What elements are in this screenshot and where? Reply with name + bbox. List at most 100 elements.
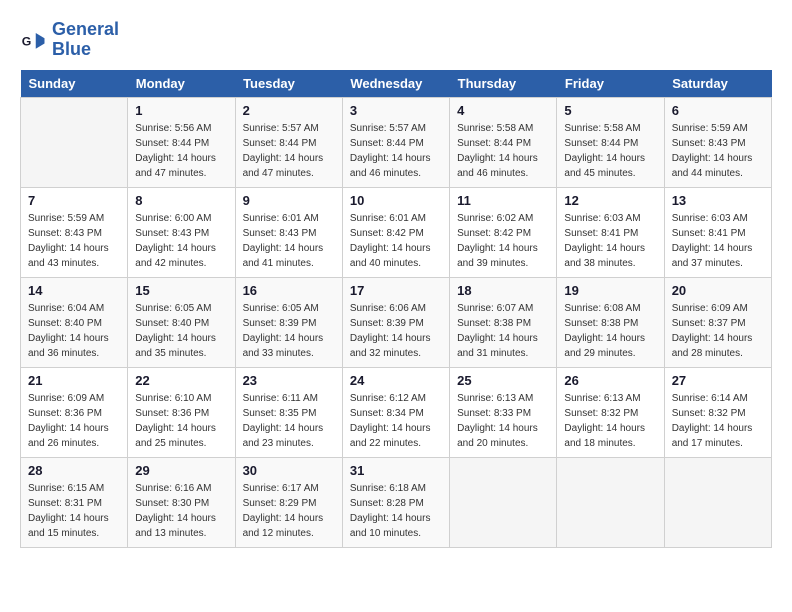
day-info: Sunrise: 6:09 AMSunset: 8:36 PMDaylight:… xyxy=(28,391,120,451)
day-info: Sunrise: 6:05 AMSunset: 8:39 PMDaylight:… xyxy=(243,301,335,361)
calendar-cell: 27Sunrise: 6:14 AMSunset: 8:32 PMDayligh… xyxy=(664,367,771,457)
day-info: Sunrise: 6:12 AMSunset: 8:34 PMDaylight:… xyxy=(350,391,442,451)
day-info: Sunrise: 5:57 AMSunset: 8:44 PMDaylight:… xyxy=(243,121,335,181)
day-number: 16 xyxy=(243,283,335,298)
calendar-body: 1 Sunrise: 5:56 AMSunset: 8:44 PMDaylight… xyxy=(21,97,772,547)
svg-text:G: G xyxy=(22,34,32,48)
calendar-cell: 10 Sunrise: 6:01 AMSunset: 8:42 PMDayligh… xyxy=(342,187,449,277)
calendar-cell: 19Sunrise: 6:08 AMSunset: 8:38 PMDayligh… xyxy=(557,277,664,367)
day-number: 9 xyxy=(243,193,335,208)
col-header-friday: Friday xyxy=(557,70,664,98)
calendar-cell: 11Sunrise: 6:02 AMSunset: 8:42 PMDayligh… xyxy=(450,187,557,277)
day-info: Sunrise: 5:59 AMSunset: 8:43 PMDaylight:… xyxy=(672,121,764,181)
day-number: 21 xyxy=(28,373,120,388)
day-number: 28 xyxy=(28,463,120,478)
calendar-cell: 13Sunrise: 6:03 AMSunset: 8:41 PMDayligh… xyxy=(664,187,771,277)
calendar-cell: 21 Sunrise: 6:09 AMSunset: 8:36 PMDayligh… xyxy=(21,367,128,457)
day-number: 30 xyxy=(243,463,335,478)
day-info: Sunrise: 6:05 AMSunset: 8:40 PMDaylight:… xyxy=(135,301,227,361)
day-number: 29 xyxy=(135,463,227,478)
day-number: 4 xyxy=(457,103,549,118)
day-number: 2 xyxy=(243,103,335,118)
day-info: Sunrise: 6:16 AMSunset: 8:30 PMDaylight:… xyxy=(135,481,227,541)
day-number: 26 xyxy=(564,373,656,388)
day-info: Sunrise: 6:01 AMSunset: 8:43 PMDaylight:… xyxy=(243,211,335,271)
day-number: 14 xyxy=(28,283,120,298)
calendar-cell: 3 Sunrise: 5:57 AMSunset: 8:44 PMDaylight… xyxy=(342,97,449,187)
calendar-cell: 26 Sunrise: 6:13 AMSunset: 8:32 PMDayligh… xyxy=(557,367,664,457)
logo-text: GeneralBlue xyxy=(52,20,119,60)
day-info: Sunrise: 6:18 AMSunset: 8:28 PMDaylight:… xyxy=(350,481,442,541)
calendar-cell: 4 Sunrise: 5:58 AMSunset: 8:44 PMDaylight… xyxy=(450,97,557,187)
day-info: Sunrise: 6:01 AMSunset: 8:42 PMDaylight:… xyxy=(350,211,442,271)
day-number: 13 xyxy=(672,193,764,208)
logo: G GeneralBlue xyxy=(20,20,119,60)
col-header-thursday: Thursday xyxy=(450,70,557,98)
calendar-cell: 30 Sunrise: 6:17 AMSunset: 8:29 PMDayligh… xyxy=(235,457,342,547)
day-number: 23 xyxy=(243,373,335,388)
day-number: 17 xyxy=(350,283,442,298)
day-number: 8 xyxy=(135,193,227,208)
calendar-cell: 20Sunrise: 6:09 AMSunset: 8:37 PMDayligh… xyxy=(664,277,771,367)
day-number: 22 xyxy=(135,373,227,388)
logo-icon: G xyxy=(20,26,48,54)
day-info: Sunrise: 5:58 AMSunset: 8:44 PMDaylight:… xyxy=(457,121,549,181)
calendar-cell: 17Sunrise: 6:06 AMSunset: 8:39 PMDayligh… xyxy=(342,277,449,367)
calendar-cell xyxy=(664,457,771,547)
calendar-cell: 31 Sunrise: 6:18 AMSunset: 8:28 PMDayligh… xyxy=(342,457,449,547)
day-number: 31 xyxy=(350,463,442,478)
calendar-cell: 8 Sunrise: 6:00 AMSunset: 8:43 PMDaylight… xyxy=(128,187,235,277)
day-number: 18 xyxy=(457,283,549,298)
day-info: Sunrise: 6:07 AMSunset: 8:38 PMDaylight:… xyxy=(457,301,549,361)
calendar-cell: 28 Sunrise: 6:15 AMSunset: 8:31 PMDayligh… xyxy=(21,457,128,547)
day-number: 12 xyxy=(564,193,656,208)
day-number: 10 xyxy=(350,193,442,208)
calendar-cell: 25Sunrise: 6:13 AMSunset: 8:33 PMDayligh… xyxy=(450,367,557,457)
day-number: 20 xyxy=(672,283,764,298)
week-row-4: 21 Sunrise: 6:09 AMSunset: 8:36 PMDayligh… xyxy=(21,367,772,457)
day-number: 5 xyxy=(564,103,656,118)
day-number: 11 xyxy=(457,193,549,208)
page-header: G GeneralBlue xyxy=(20,20,772,60)
week-row-2: 7 Sunrise: 5:59 AMSunset: 8:43 PMDaylight… xyxy=(21,187,772,277)
calendar-cell: 2 Sunrise: 5:57 AMSunset: 8:44 PMDaylight… xyxy=(235,97,342,187)
day-info: Sunrise: 6:13 AMSunset: 8:33 PMDaylight:… xyxy=(457,391,549,451)
day-info: Sunrise: 6:08 AMSunset: 8:38 PMDaylight:… xyxy=(564,301,656,361)
day-info: Sunrise: 6:04 AMSunset: 8:40 PMDaylight:… xyxy=(28,301,120,361)
calendar-cell: 1 Sunrise: 5:56 AMSunset: 8:44 PMDaylight… xyxy=(128,97,235,187)
calendar-cell xyxy=(21,97,128,187)
day-number: 3 xyxy=(350,103,442,118)
calendar-cell: 24Sunrise: 6:12 AMSunset: 8:34 PMDayligh… xyxy=(342,367,449,457)
day-number: 6 xyxy=(672,103,764,118)
day-info: Sunrise: 6:00 AMSunset: 8:43 PMDaylight:… xyxy=(135,211,227,271)
col-header-saturday: Saturday xyxy=(664,70,771,98)
calendar-cell: 14 Sunrise: 6:04 AMSunset: 8:40 PMDayligh… xyxy=(21,277,128,367)
calendar-cell: 16 Sunrise: 6:05 AMSunset: 8:39 PMDayligh… xyxy=(235,277,342,367)
day-info: Sunrise: 6:14 AMSunset: 8:32 PMDaylight:… xyxy=(672,391,764,451)
day-info: Sunrise: 5:57 AMSunset: 8:44 PMDaylight:… xyxy=(350,121,442,181)
day-info: Sunrise: 6:03 AMSunset: 8:41 PMDaylight:… xyxy=(564,211,656,271)
col-header-tuesday: Tuesday xyxy=(235,70,342,98)
week-row-1: 1 Sunrise: 5:56 AMSunset: 8:44 PMDaylight… xyxy=(21,97,772,187)
col-header-wednesday: Wednesday xyxy=(342,70,449,98)
week-row-5: 28 Sunrise: 6:15 AMSunset: 8:31 PMDayligh… xyxy=(21,457,772,547)
calendar-cell: 23Sunrise: 6:11 AMSunset: 8:35 PMDayligh… xyxy=(235,367,342,457)
day-info: Sunrise: 5:56 AMSunset: 8:44 PMDaylight:… xyxy=(135,121,227,181)
col-header-sunday: Sunday xyxy=(21,70,128,98)
calendar-cell: 15Sunrise: 6:05 AMSunset: 8:40 PMDayligh… xyxy=(128,277,235,367)
col-header-monday: Monday xyxy=(128,70,235,98)
calendar-table: SundayMondayTuesdayWednesdayThursdayFrid… xyxy=(20,70,772,548)
day-number: 1 xyxy=(135,103,227,118)
week-row-3: 14 Sunrise: 6:04 AMSunset: 8:40 PMDayligh… xyxy=(21,277,772,367)
calendar-cell: 18 Sunrise: 6:07 AMSunset: 8:38 PMDayligh… xyxy=(450,277,557,367)
calendar-cell: 12 Sunrise: 6:03 AMSunset: 8:41 PMDayligh… xyxy=(557,187,664,277)
day-number: 7 xyxy=(28,193,120,208)
day-info: Sunrise: 6:17 AMSunset: 8:29 PMDaylight:… xyxy=(243,481,335,541)
calendar-cell xyxy=(557,457,664,547)
day-info: Sunrise: 5:59 AMSunset: 8:43 PMDaylight:… xyxy=(28,211,120,271)
day-info: Sunrise: 5:58 AMSunset: 8:44 PMDaylight:… xyxy=(564,121,656,181)
day-info: Sunrise: 6:15 AMSunset: 8:31 PMDaylight:… xyxy=(28,481,120,541)
day-info: Sunrise: 6:13 AMSunset: 8:32 PMDaylight:… xyxy=(564,391,656,451)
calendar-cell: 29 Sunrise: 6:16 AMSunset: 8:30 PMDayligh… xyxy=(128,457,235,547)
calendar-cell xyxy=(450,457,557,547)
